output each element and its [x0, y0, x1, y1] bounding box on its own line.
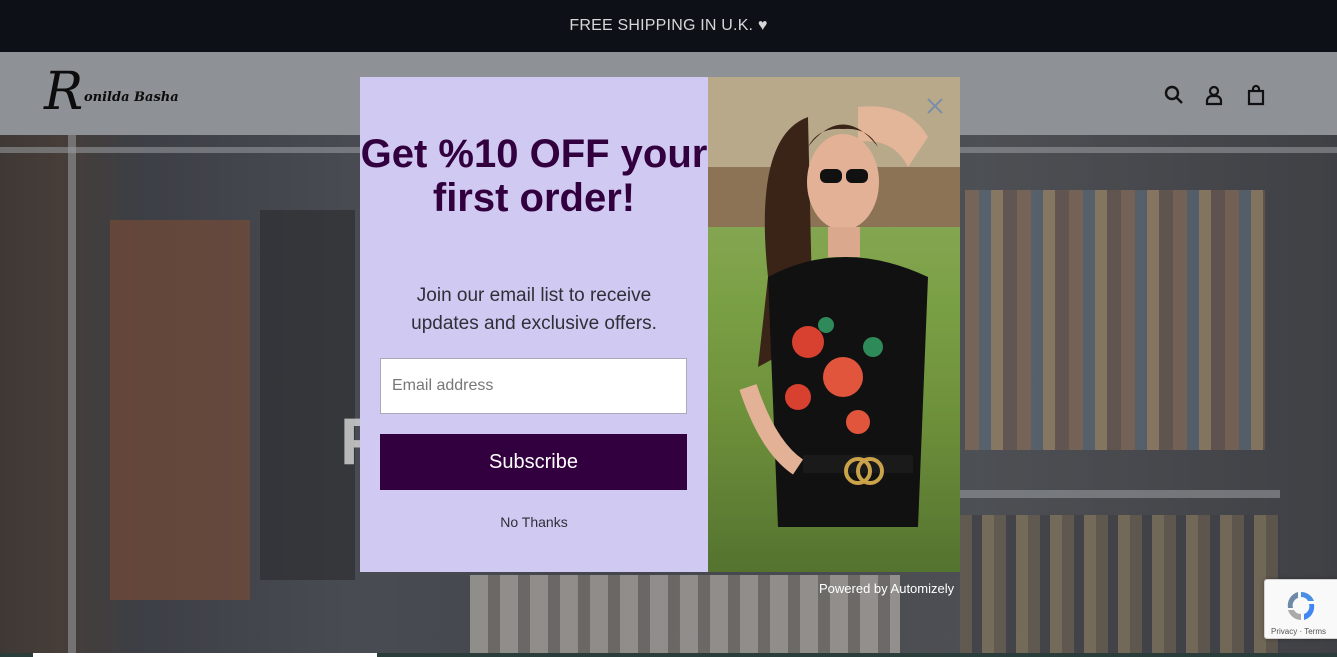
email-signup-popup: Get %10 OFF your first order! Join our e… [360, 77, 960, 572]
popup-subtext: Join our email list to receive updates a… [411, 285, 657, 334]
recaptcha-icon [1287, 592, 1315, 620]
recaptcha-links: Privacy · Terms [1271, 627, 1326, 636]
search-icon[interactable] [1162, 83, 1186, 107]
recaptcha-privacy-link[interactable]: Privacy [1271, 627, 1297, 636]
model-photo-illustration [708, 77, 960, 527]
popup-headline: Get %10 OFF your first order! [360, 132, 708, 220]
announcement-bar: FREE SHIPPING IN U.K. ♥ [0, 0, 1337, 52]
logo-initial: R [44, 62, 84, 122]
close-icon[interactable] [924, 95, 946, 117]
recaptcha-terms-link[interactable]: Terms [1304, 627, 1326, 636]
recaptcha-badge[interactable]: Privacy · Terms [1264, 579, 1337, 639]
popup-model-photo [708, 77, 960, 572]
account-icon[interactable] [1202, 83, 1226, 107]
subscribe-button[interactable]: Subscribe [380, 434, 687, 490]
store-logo[interactable]: R onilda Basha [44, 62, 184, 122]
cart-icon[interactable] [1244, 83, 1268, 107]
logo-name: onilda Basha [84, 90, 179, 105]
announcement-text: FREE SHIPPING IN U.K. ♥ [569, 17, 768, 34]
powered-by-text[interactable]: Powered by Automizely [819, 581, 954, 596]
bottom-strip [0, 653, 1337, 657]
email-field[interactable] [380, 358, 687, 414]
no-thanks-link[interactable]: No Thanks [360, 514, 708, 530]
popup-form-panel: Get %10 OFF your first order! Join our e… [360, 77, 708, 572]
recaptcha-separator: · [1299, 627, 1303, 636]
